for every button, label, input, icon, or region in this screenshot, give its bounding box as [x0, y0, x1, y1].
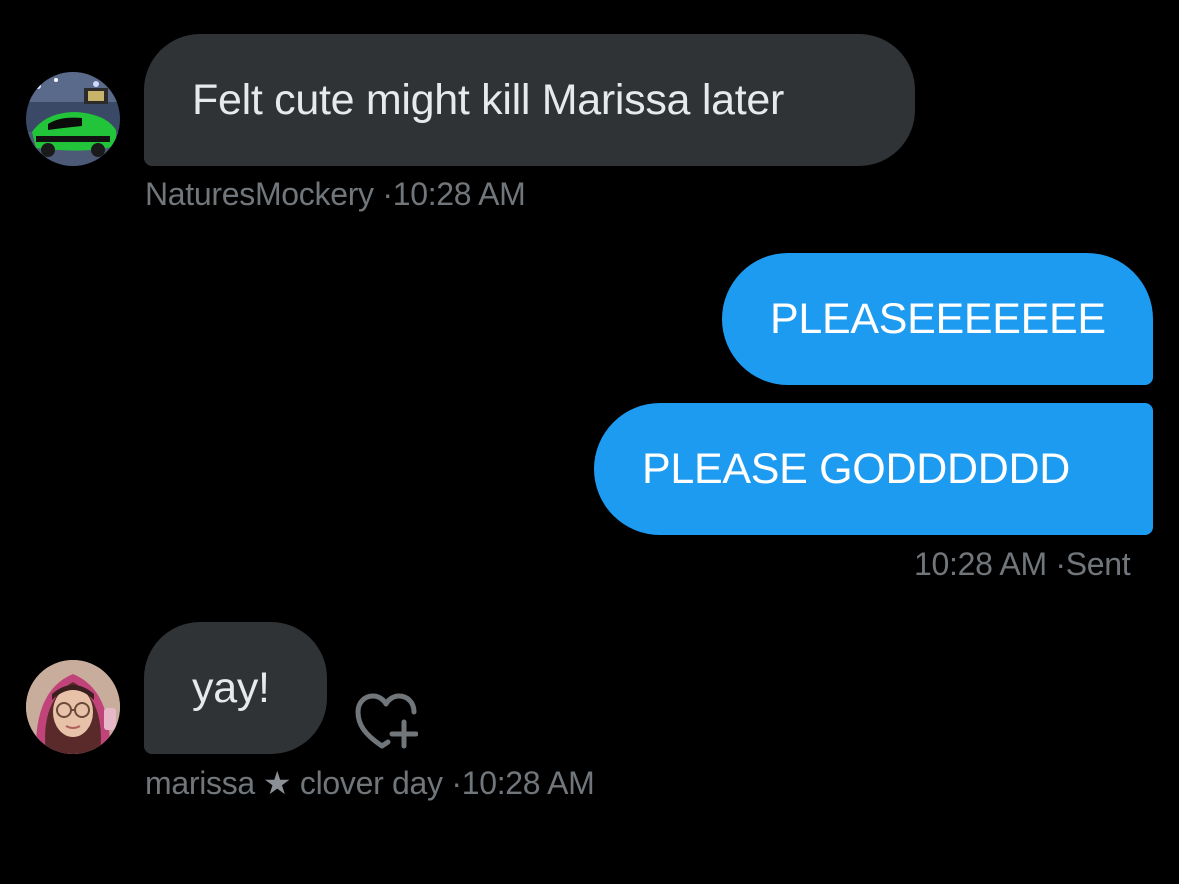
message-meta: marissa ★ clover day ·10:28 AM — [145, 764, 595, 802]
message-bubble-received[interactable]: yay! — [144, 622, 327, 754]
star-icon: ★ — [262, 765, 292, 801]
pink-hair-person-avatar-icon — [26, 660, 120, 754]
message-text: Felt cute might kill Marissa later — [192, 75, 784, 124]
add-reaction-button[interactable] — [354, 690, 418, 750]
message-meta: NaturesMockery ·10:28 AM — [145, 176, 526, 213]
meta-separator: · — [1055, 546, 1066, 582]
meta-separator: · — [451, 765, 462, 801]
message-time: 10:28 AM — [914, 546, 1047, 582]
message-bubble-received[interactable]: Felt cute might kill Marissa later — [144, 34, 915, 166]
meta-separator: · — [382, 176, 393, 212]
message-time: 10:28 AM — [461, 765, 595, 801]
message-status: Sent — [1065, 546, 1131, 582]
message-bubble-sent[interactable]: PLEASEEEEEEE — [722, 253, 1153, 385]
message-meta: 10:28 AM ·Sent — [914, 546, 1131, 583]
message-text: yay! — [192, 663, 270, 712]
sender-name-suffix: clover day — [299, 765, 443, 801]
message-bubble-sent[interactable]: PLEASE GODDDDDD — [594, 403, 1153, 535]
sender-avatar-naturesmockery[interactable] — [26, 72, 120, 166]
sender-name[interactable]: marissa — [145, 765, 255, 801]
green-race-car-avatar-icon — [26, 72, 120, 166]
sender-name[interactable]: NaturesMockery — [145, 176, 374, 212]
add-reaction-heart-icon — [355, 693, 418, 749]
sender-avatar-marissa[interactable] — [26, 660, 120, 754]
message-text: PLEASE GODDDDDD — [642, 444, 1070, 493]
message-time: 10:28 AM — [392, 176, 526, 212]
message-text: PLEASEEEEEEE — [770, 294, 1106, 343]
